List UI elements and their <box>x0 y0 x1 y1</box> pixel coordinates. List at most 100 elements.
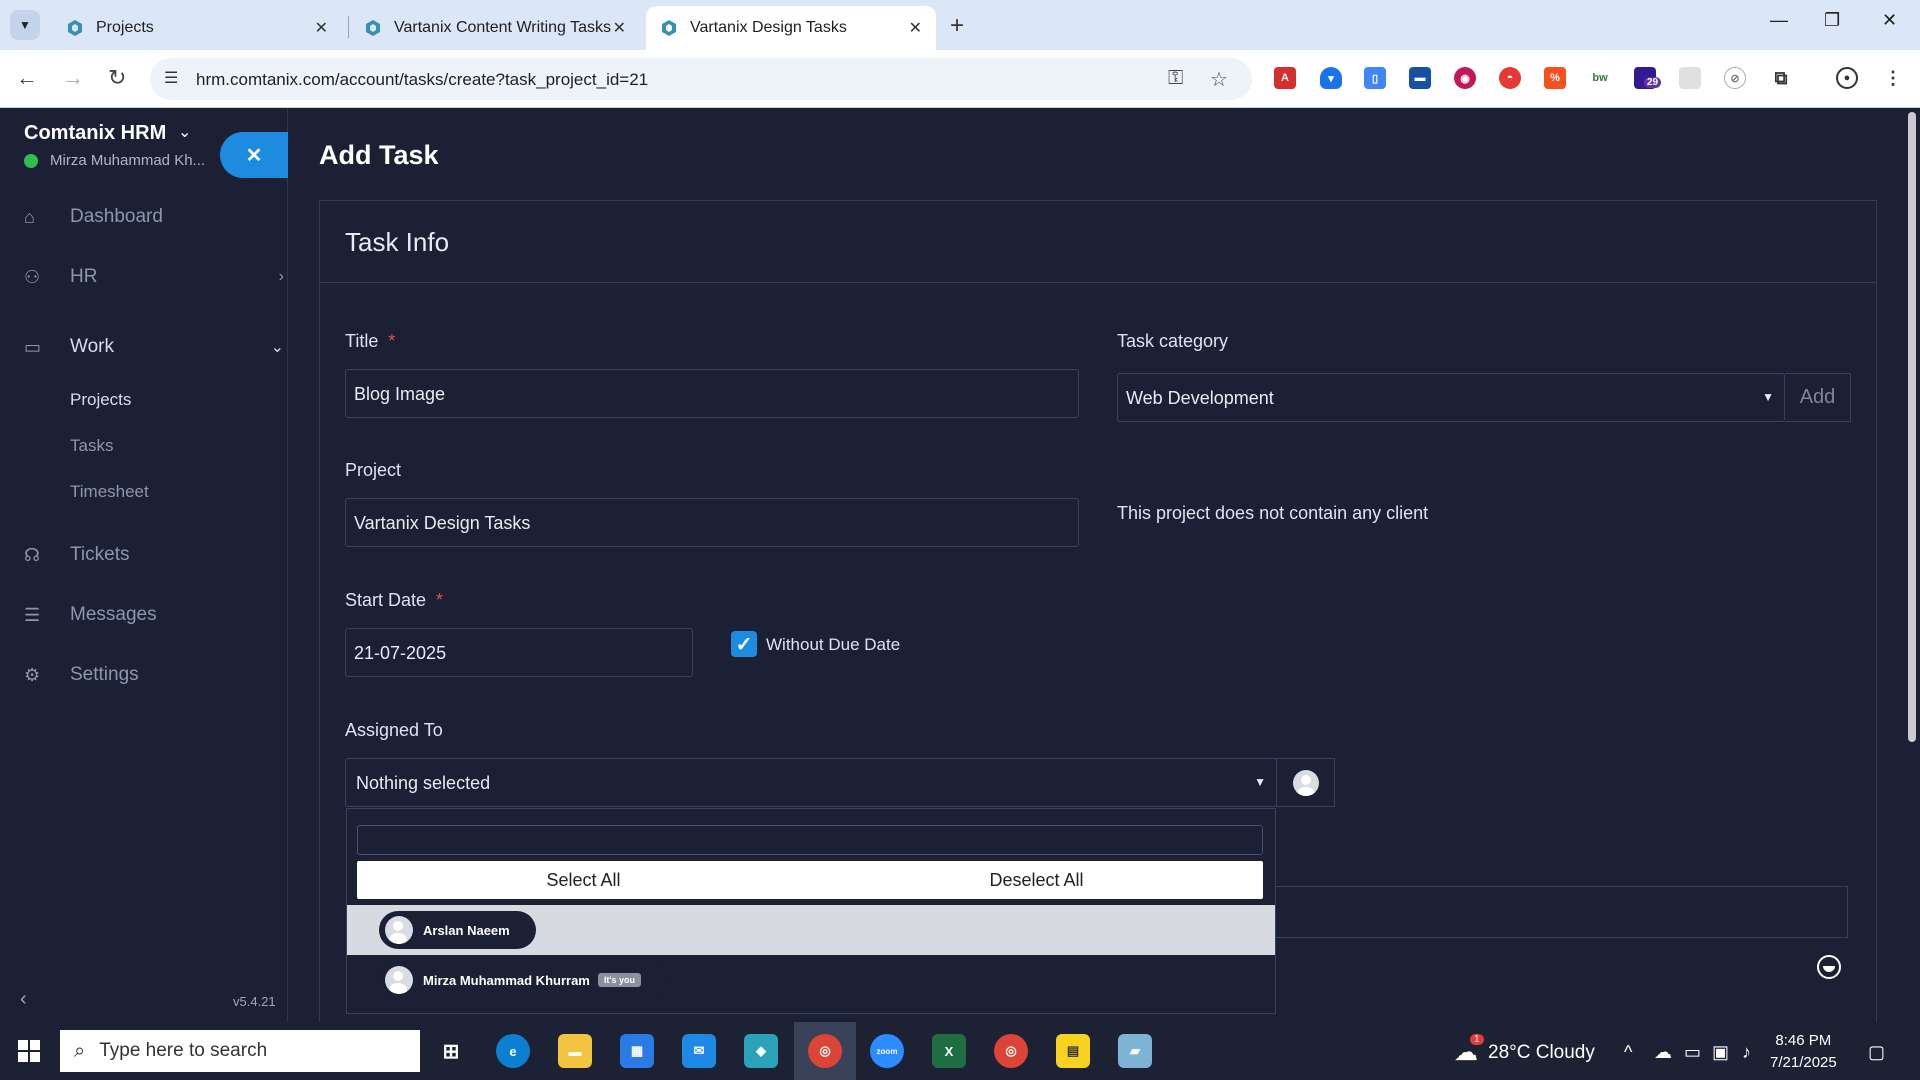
bookmark-star-icon[interactable]: ☆ <box>1210 67 1228 92</box>
camera-extension-icon[interactable]: ◉ <box>1454 67 1476 89</box>
client-note: This project does not contain any client <box>1117 503 1429 523</box>
file-explorer-icon[interactable]: ▬ <box>558 1034 592 1068</box>
extensions-puzzle-icon[interactable]: ⧉ <box>1770 67 1792 89</box>
sidebar-item-settings[interactable]: ⚙ Settings <box>24 664 284 686</box>
notifications-icon[interactable]: ▢ <box>1868 1042 1885 1063</box>
show-hidden-icons-icon[interactable]: ^ <box>1624 1042 1632 1063</box>
back-icon[interactable]: ← <box>16 65 38 91</box>
store-icon[interactable]: ▦ <box>620 1034 654 1068</box>
sidebar-subitem-timesheet[interactable]: Timesheet <box>70 482 149 502</box>
tab-projects[interactable]: Projects ✕ <box>52 6 342 50</box>
excel-icon[interactable]: X <box>932 1034 966 1068</box>
battery-icon[interactable]: ▭ <box>1684 1042 1701 1063</box>
brand-name[interactable]: Comtanix HRM <box>24 122 166 145</box>
select-all-button[interactable]: Select All <box>357 861 810 899</box>
app-diamond-icon[interactable]: ◆ <box>744 1034 778 1068</box>
start-date-input[interactable]: 21-07-2025 <box>345 628 693 677</box>
dropdown-search-input[interactable] <box>357 825 1263 855</box>
sidebar-subitem-projects[interactable]: Projects <box>70 390 131 410</box>
site-favicon-icon <box>68 20 82 36</box>
avatar-icon <box>385 966 413 994</box>
tab-design-tasks[interactable]: Vartanix Design Tasks ✕ <box>646 6 936 50</box>
collapse-sidebar-icon[interactable]: ‹ <box>20 988 27 1011</box>
folder-extension-icon[interactable]: ▬ <box>1409 67 1431 89</box>
address-bar[interactable]: ☰ hrm.comtanix.com/account/tasks/create?… <box>150 58 1252 100</box>
chrome-icon[interactable]: ◎ <box>808 1034 842 1068</box>
network-icon[interactable]: ▣ <box>1712 1042 1729 1063</box>
weather-widget[interactable]: ☁ 1 28°C Cloudy <box>1454 1034 1595 1067</box>
home-icon: ⌂ <box>24 206 35 227</box>
without-due-date-checkbox[interactable]: ✓ <box>731 631 757 657</box>
project-field[interactable]: Vartanix Design Tasks <box>345 498 1079 547</box>
site-settings-icon[interactable]: ☰ <box>164 68 178 88</box>
assign-member-button[interactable] <box>1276 758 1335 807</box>
close-tab-icon[interactable]: ✕ <box>909 18 922 38</box>
pdf-extension-icon[interactable]: A <box>1274 67 1296 89</box>
new-tab-icon[interactable]: + <box>950 12 964 40</box>
window-close-icon[interactable]: ✕ <box>1882 10 1897 31</box>
sidebar-item-label: Work <box>70 336 114 357</box>
deselect-all-button[interactable]: Deselect All <box>810 861 1263 899</box>
zoom-icon[interactable]: zoom <box>870 1034 904 1068</box>
sidebar-item-dashboard[interactable]: ⌂ Dashboard <box>24 206 284 228</box>
tab-title: Vartanix Design Tasks <box>690 19 847 36</box>
tab-list-button[interactable]: ▼ <box>10 10 40 40</box>
sidebar-subitem-tasks[interactable]: Tasks <box>70 436 113 456</box>
reload-icon[interactable]: ↻ <box>108 65 126 91</box>
notepad-icon[interactable]: ▰ <box>1118 1034 1152 1068</box>
dropdown-option[interactable]: Mirza Muhammad Khurram It's you <box>347 955 1275 1005</box>
close-tab-icon[interactable]: ✕ <box>315 18 328 38</box>
percent-extension-icon[interactable]: % <box>1544 67 1566 89</box>
sidebar-item-messages[interactable]: ☰ Messages <box>24 604 284 626</box>
close-sidebar-button[interactable]: ✕ <box>220 132 288 178</box>
volume-icon[interactable]: ♪ <box>1742 1042 1751 1063</box>
task-category-select[interactable]: Web Development ▼ <box>1117 373 1785 422</box>
graduation-extension-icon[interactable]: 29 <box>1634 67 1662 89</box>
description-field[interactable] <box>1276 886 1848 938</box>
member-name: Arslan Naeem <box>423 922 510 938</box>
card-title: Task Info <box>345 227 450 257</box>
close-tab-icon[interactable]: ✕ <box>613 18 626 38</box>
pokeball-extension-icon[interactable]: ◓ <box>1499 67 1521 89</box>
help-chat-icon[interactable] <box>1817 955 1841 979</box>
task-category-value: Web Development <box>1126 388 1274 408</box>
windows-start-icon[interactable] <box>18 1040 40 1062</box>
bw-extension-icon[interactable]: bw <box>1589 67 1611 89</box>
sidebar-item-work[interactable]: ▭ Work ⌄ <box>24 336 284 358</box>
browser-menu-icon[interactable]: ⋮ <box>1882 67 1904 89</box>
clock-time: 8:46 PM <box>1775 1032 1832 1049</box>
mail-icon[interactable]: ✉ <box>682 1034 716 1068</box>
sidebar-item-tickets[interactable]: ☊ Tickets <box>24 544 284 566</box>
headset-icon: ☊ <box>24 544 40 565</box>
minimize-icon[interactable]: — <box>1770 10 1788 31</box>
assigned-to-select[interactable]: Nothing selected ▼ <box>345 758 1277 807</box>
tab-title: Vartanix Content Writing Tasks <box>394 19 611 36</box>
grid-extension-icon[interactable] <box>1679 67 1701 89</box>
password-key-icon[interactable]: ⚿ <box>1168 67 1183 90</box>
chevron-down-icon[interactable]: ⌄ <box>178 122 191 142</box>
restore-icon[interactable]: ❐ <box>1824 10 1840 31</box>
forward-icon[interactable]: → <box>62 65 84 91</box>
member-chip: Arslan Naeem <box>379 911 536 949</box>
profile-icon[interactable]: ● <box>1836 67 1858 89</box>
chrome-profile-icon[interactable]: ◎ <box>994 1034 1028 1068</box>
edge-icon[interactable]: e <box>496 1034 530 1068</box>
compass-extension-icon[interactable]: ⊘ <box>1724 67 1746 89</box>
tab-content-writing[interactable]: Vartanix Content Writing Tasks ✕ <box>350 6 640 50</box>
required-mark: * <box>388 331 396 351</box>
task-view-icon[interactable]: ⊞ <box>434 1034 468 1068</box>
app-version: v5.4.21 <box>233 994 276 1009</box>
taskbar-search[interactable]: ⌕ Type here to search <box>60 1030 420 1072</box>
title-input[interactable]: Blog Image <box>345 369 1079 418</box>
shield-extension-icon[interactable]: ▾ <box>1320 67 1342 89</box>
page-scrollbar[interactable] <box>1908 112 1916 742</box>
card-header: Task Info <box>320 201 1876 283</box>
docs-extension-icon[interactable]: ▯ <box>1364 67 1386 89</box>
sidebar-item-hr[interactable]: ⚇ HR › <box>24 266 284 288</box>
sticky-notes-icon[interactable]: ▤ <box>1056 1034 1090 1068</box>
onedrive-icon[interactable]: ☁ <box>1654 1042 1672 1063</box>
site-favicon-icon <box>662 20 676 36</box>
system-clock[interactable]: 8:46 PM 7/21/2025 <box>1770 1030 1837 1074</box>
dropdown-option[interactable]: Arslan Naeem <box>347 905 1275 955</box>
add-category-button[interactable]: Add <box>1785 373 1851 422</box>
